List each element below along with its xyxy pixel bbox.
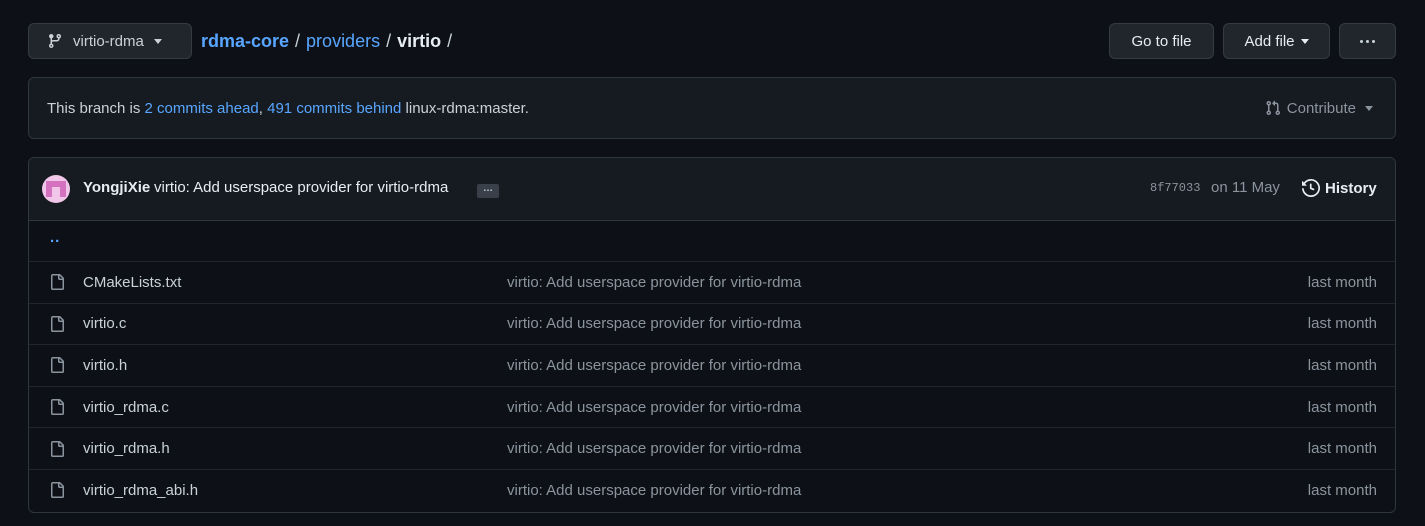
file-name-link[interactable]: virtio_rdma.c xyxy=(83,399,169,416)
branch-select-button[interactable]: virtio-rdma xyxy=(28,23,192,59)
commit-sha-link[interactable]: 8f77033 xyxy=(1150,181,1200,195)
file-commit-message-link[interactable]: virtio: Add userspace provider for virti… xyxy=(507,357,801,374)
file-age: last month xyxy=(1307,481,1377,499)
file-commit-message-link[interactable]: virtio: Add userspace provider for virti… xyxy=(507,274,801,291)
latest-commit-bar: YongjiXie virtio: Add userspace provider… xyxy=(29,158,1395,221)
branch-status-suffix: linux-rdma:master. xyxy=(401,99,529,117)
table-row: virtio.h virtio: Add userspace provider … xyxy=(29,344,1395,386)
file-icon xyxy=(51,315,64,332)
history-icon xyxy=(1302,179,1320,197)
chevron-down-icon xyxy=(1300,38,1309,44)
commits-behind-link[interactable]: 491 commits behind xyxy=(267,100,401,117)
chevron-down-icon xyxy=(153,38,162,44)
branch-status-comma: , xyxy=(258,99,268,117)
branch-name: virtio-rdma xyxy=(73,32,144,50)
file-commit-message-link[interactable]: virtio: Add userspace provider for virti… xyxy=(507,440,801,457)
go-to-file-button[interactable]: Go to file xyxy=(1109,23,1214,59)
file-commit-message-link[interactable]: virtio: Add userspace provider for virti… xyxy=(507,315,801,332)
contribute-label: Contribute xyxy=(1286,99,1356,117)
parent-directory-link[interactable]: .. xyxy=(50,229,60,246)
parent-directory-row[interactable]: .. xyxy=(29,221,1395,261)
contribute-button[interactable]: Contribute xyxy=(1265,78,1373,138)
breadcrumb-current: virtio xyxy=(397,30,442,51)
commits-ahead-link[interactable]: 2 commits ahead xyxy=(145,100,259,117)
breadcrumb-separator: / xyxy=(386,30,392,51)
file-icon xyxy=(51,440,64,457)
table-row: virtio.c virtio: Add userspace provider … xyxy=(29,302,1395,345)
add-file-label: Add file xyxy=(1244,32,1295,50)
go-to-file-label: Go to file xyxy=(1131,32,1192,50)
breadcrumb-separator: / xyxy=(295,30,301,51)
breadcrumb-repo-link[interactable]: rdma-core xyxy=(201,31,289,52)
file-name-link[interactable]: CMakeLists.txt xyxy=(83,274,181,291)
commit-message-link[interactable]: virtio: Add userspace provider for virti… xyxy=(154,179,448,196)
breadcrumb-providers-link[interactable]: providers xyxy=(306,31,380,52)
repo-header: virtio-rdma rdma-core / providers / virt… xyxy=(28,23,1396,59)
add-file-button[interactable]: Add file xyxy=(1223,23,1330,59)
file-age: last month xyxy=(1307,315,1377,333)
file-age: last month xyxy=(1307,440,1377,458)
breadcrumb: rdma-core / providers / virtio / xyxy=(201,23,458,59)
file-commit-message-link[interactable]: virtio: Add userspace provider for virti… xyxy=(507,482,801,499)
file-icon xyxy=(51,274,64,291)
file-name-link[interactable]: virtio_rdma_abi.h xyxy=(83,482,198,499)
file-icon xyxy=(51,357,64,374)
file-name-link[interactable]: virtio_rdma.h xyxy=(83,440,170,457)
git-branch-icon xyxy=(48,34,61,49)
file-name-link[interactable]: virtio.c xyxy=(83,315,126,332)
history-label: History xyxy=(1325,179,1377,197)
file-name-link[interactable]: virtio.h xyxy=(83,357,127,374)
file-age: last month xyxy=(1307,398,1377,416)
kebab-horizontal-icon xyxy=(1360,39,1375,43)
file-icon xyxy=(51,399,64,416)
avatar[interactable] xyxy=(42,175,70,203)
history-button[interactable]: History xyxy=(1302,179,1377,197)
table-row: virtio_rdma_abi.h virtio: Add userspace … xyxy=(29,468,1395,511)
git-pull-request-icon xyxy=(1266,100,1280,116)
file-list: YongjiXie virtio: Add userspace provider… xyxy=(28,157,1396,513)
branch-status-box: This branch is 2 commits ahead , 491 com… xyxy=(28,77,1396,139)
file-icon xyxy=(51,482,64,499)
table-row: CMakeLists.txt virtio: Add userspace pro… xyxy=(29,261,1395,303)
table-row: virtio_rdma.c virtio: Add userspace prov… xyxy=(29,385,1395,428)
file-age: last month xyxy=(1307,356,1377,374)
file-commit-message-link[interactable]: virtio: Add userspace provider for virti… xyxy=(507,399,801,416)
commit-date: on 11 May xyxy=(1211,179,1280,196)
file-age: last month xyxy=(1307,273,1377,291)
chevron-down-icon xyxy=(1365,105,1373,111)
expand-commit-message-button[interactable]: … xyxy=(477,184,499,198)
commit-author-link[interactable]: YongjiXie xyxy=(83,179,150,196)
branch-status-prefix: This branch is xyxy=(47,99,145,117)
breadcrumb-separator: / xyxy=(447,30,453,51)
more-options-button[interactable] xyxy=(1339,23,1396,59)
table-row: virtio_rdma.h virtio: Add userspace prov… xyxy=(29,427,1395,469)
